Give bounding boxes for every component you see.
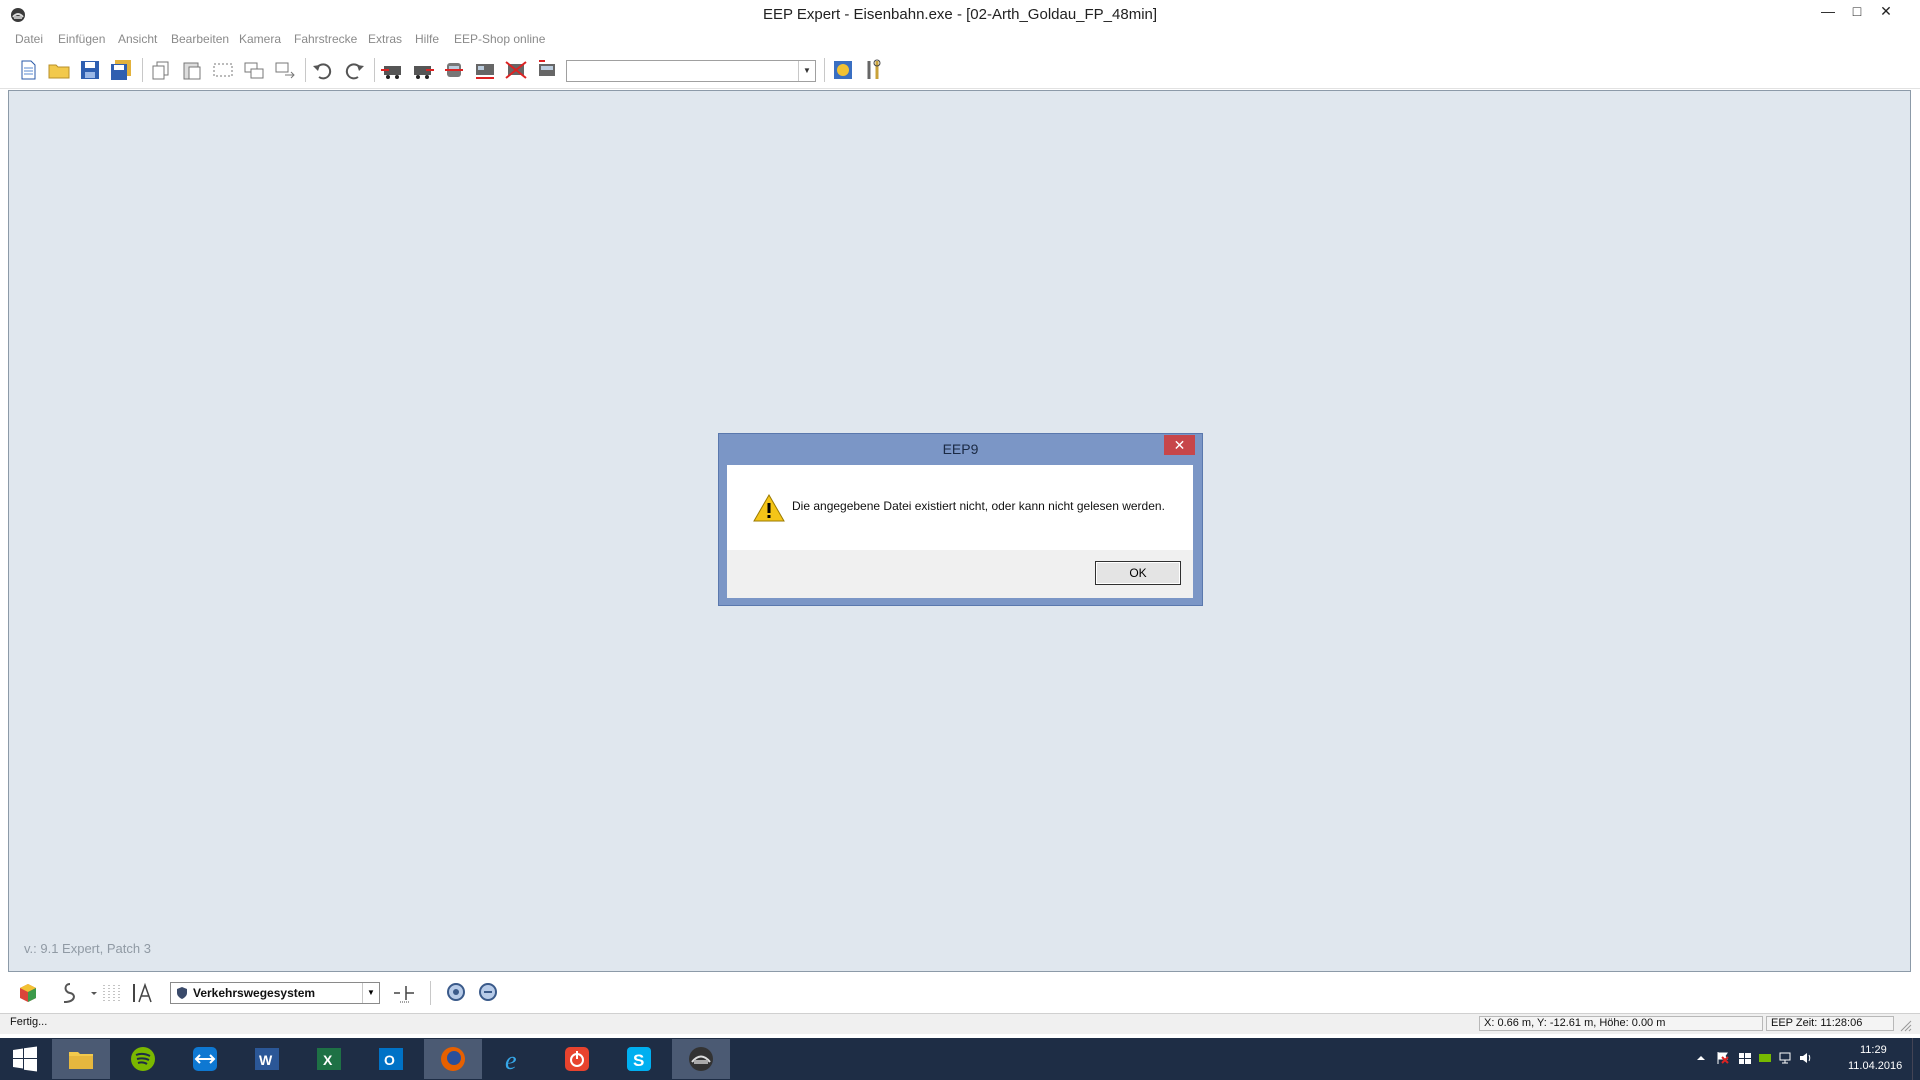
teamviewer-icon[interactable] <box>176 1039 234 1079</box>
duplicate-icon[interactable] <box>242 58 266 82</box>
menu-bar: Datei Einfügen Ansicht Bearbeiten Kamera… <box>0 30 1920 50</box>
train-left-icon[interactable] <box>380 58 404 82</box>
3d-object-icon[interactable] <box>16 981 40 1005</box>
chevron-down-icon[interactable]: ▼ <box>362 983 379 1003</box>
status-coordinates: X: 0.66 m, Y: -12.61 m, Höhe: 0.00 m <box>1479 1016 1763 1031</box>
window-title: EEP Expert - Eisenbahn.exe - [02-Arth_Go… <box>762 6 1158 23</box>
train-decouple-icon[interactable] <box>504 58 528 82</box>
dialog-body: Die angegebene Datei existiert nicht, od… <box>727 465 1193 598</box>
menu-einfuegen[interactable]: Einfügen <box>58 32 105 46</box>
move-icon[interactable] <box>273 58 297 82</box>
skype-icon[interactable]: S <box>610 1039 668 1079</box>
error-dialog: EEP9 ✕ Die angegebene Datei existiert ni… <box>718 433 1203 606</box>
resize-grip-icon[interactable] <box>1898 1018 1912 1032</box>
menu-kamera[interactable]: Kamera <box>239 32 281 46</box>
start-icon[interactable] <box>0 1039 50 1079</box>
main-toolbar: ▼ <box>0 52 1920 89</box>
shield-icon <box>177 987 187 999</box>
track-connect-icon[interactable] <box>392 981 416 1005</box>
app-icon[interactable] <box>10 7 26 23</box>
track-curve-icon[interactable] <box>54 981 78 1005</box>
clock-time[interactable]: 11:29 <box>1860 1044 1887 1056</box>
excel-icon[interactable]: X <box>300 1039 358 1079</box>
toolbar-combobox[interactable]: ▼ <box>566 60 816 82</box>
taskbar: W X O e S 11:29 11.04.2016 <box>0 1038 1920 1080</box>
outlook-icon[interactable]: O <box>362 1039 420 1079</box>
status-eep-time: EEP Zeit: 11:28:06 <box>1766 1016 1894 1031</box>
new-file-icon[interactable] <box>16 58 40 82</box>
svg-text:S: S <box>633 1051 644 1070</box>
menu-datei[interactable]: Datei <box>15 32 43 46</box>
menu-extras[interactable]: Extras <box>368 32 402 46</box>
toolbar-separator <box>374 58 375 82</box>
firefox-icon[interactable] <box>424 1039 482 1079</box>
svg-text:e: e <box>505 1046 517 1073</box>
copy-icon[interactable] <box>149 58 173 82</box>
close-window-button[interactable]: ✕ <box>1868 0 1904 22</box>
undo-icon[interactable] <box>311 58 335 82</box>
paste-icon[interactable] <box>180 58 204 82</box>
menu-hilfe[interactable]: Hilfe <box>415 32 439 46</box>
chevron-down-icon[interactable] <box>82 981 97 1005</box>
warning-icon <box>753 494 785 522</box>
open-folder-icon[interactable] <box>47 58 71 82</box>
train-list-icon[interactable] <box>535 58 559 82</box>
status-text: Fertig... <box>10 1016 48 1028</box>
spotify-icon[interactable] <box>114 1039 172 1079</box>
menu-bearbeiten[interactable]: Bearbeiten <box>171 32 229 46</box>
train-right-icon[interactable] <box>411 58 435 82</box>
svg-text:O: O <box>384 1052 395 1068</box>
menu-eep-shop-online[interactable]: EEP-Shop online <box>454 32 545 46</box>
layer-select-value: Verkehrswegesystem <box>193 986 316 1000</box>
nvidia-icon[interactable] <box>1758 1051 1772 1065</box>
windows-icon[interactable] <box>1738 1051 1752 1065</box>
dialog-message-area: Die angegebene Datei existiert nicht, od… <box>727 465 1193 550</box>
menu-ansicht[interactable]: Ansicht <box>118 32 157 46</box>
dialog-footer: OK <box>727 550 1193 598</box>
dialog-close-button[interactable]: ✕ <box>1164 435 1195 455</box>
file-explorer-icon[interactable] <box>52 1039 110 1079</box>
select-rect-icon[interactable] <box>211 58 235 82</box>
train-couple-icon[interactable] <box>473 58 497 82</box>
toolbar-separator <box>430 981 431 1005</box>
menu-fahrstrecke[interactable]: Fahrstrecke <box>294 32 357 46</box>
internet-explorer-icon[interactable]: e <box>486 1039 544 1079</box>
editor-toolbar: Verkehrswegesystem ▼ <box>0 975 1920 1011</box>
toolbar-separator <box>305 58 306 82</box>
text-label-icon[interactable] <box>130 981 154 1005</box>
svg-text:X: X <box>323 1052 333 1068</box>
zoom-in-icon[interactable] <box>445 981 469 1005</box>
version-label: v.: 9.1 Expert, Patch 3 <box>24 941 151 956</box>
toolbar-separator <box>142 58 143 82</box>
save-icon[interactable] <box>78 58 102 82</box>
word-icon[interactable]: W <box>238 1039 296 1079</box>
flag-alert-icon[interactable] <box>1716 1051 1730 1065</box>
zoom-out-icon[interactable] <box>477 981 501 1005</box>
toolbar-separator <box>824 58 825 82</box>
grid-icon[interactable] <box>100 981 124 1005</box>
chevron-up-icon[interactable] <box>1694 1051 1708 1065</box>
dialog-title: EEP9 <box>942 441 979 457</box>
network-icon[interactable] <box>1778 1051 1792 1065</box>
chevron-down-icon[interactable]: ▼ <box>798 61 815 81</box>
power-app-icon[interactable] <box>548 1039 606 1079</box>
title-bar: EEP Expert - Eisenbahn.exe - [02-Arth_Go… <box>0 0 1920 30</box>
dialog-message: Die angegebene Datei existiert nicht, od… <box>792 499 1165 513</box>
redo-icon[interactable] <box>342 58 366 82</box>
world-settings-icon[interactable] <box>831 58 855 82</box>
train-front-icon[interactable] <box>442 58 466 82</box>
save-all-icon[interactable] <box>109 58 133 82</box>
layer-select[interactable]: Verkehrswegesystem ▼ <box>170 982 380 1004</box>
tools-icon[interactable] <box>861 58 885 82</box>
ok-button[interactable]: OK <box>1095 561 1181 585</box>
status-bar: Fertig... X: 0.66 m, Y: -12.61 m, Höhe: … <box>0 1013 1920 1034</box>
svg-text:W: W <box>259 1052 273 1068</box>
show-desktop-button[interactable] <box>1912 1038 1920 1080</box>
volume-icon[interactable] <box>1798 1051 1812 1065</box>
clock-date[interactable]: 11.04.2016 <box>1848 1060 1902 1072</box>
eep-icon[interactable] <box>672 1039 730 1079</box>
